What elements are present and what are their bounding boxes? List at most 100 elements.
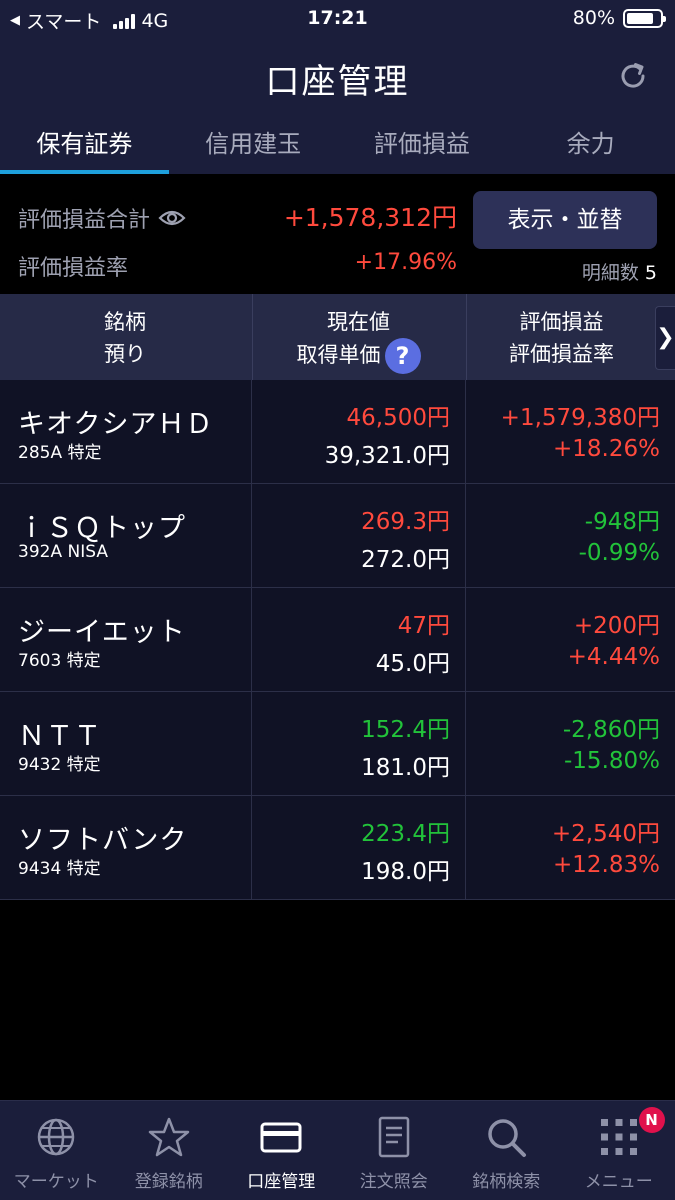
acquisition-cost: 272.0円 <box>361 547 450 573</box>
card-icon <box>260 1122 302 1153</box>
acquisition-cost: 45.0円 <box>375 651 450 677</box>
column-divider <box>251 484 252 587</box>
stock-code-account: 7603 特定 <box>18 651 101 671</box>
unrealized-pl-rate: +4.44% <box>567 644 660 670</box>
unrealized-pl-rate: -15.80% <box>564 748 660 774</box>
eye-icon[interactable] <box>158 208 186 228</box>
nav-watchlist[interactable]: 登録銘柄 <box>113 1101 226 1200</box>
holdings-list: キオクシアＨＤ 285A 特定 46,500円 39,321.0円 +1,579… <box>0 380 675 900</box>
current-price: 269.3円 <box>361 509 450 535</box>
header-col-pl[interactable]: 評価損益 評価損益率 <box>466 294 656 380</box>
table-header: 銘柄 預り 現在値 取得単価? 評価損益 評価損益率 <box>0 294 675 380</box>
tab-margin-positions[interactable]: 信用建玉 <box>169 116 338 174</box>
column-divider <box>465 588 466 691</box>
stock-code-account: 392A NISA <box>18 542 108 562</box>
stock-name: キオクシアＨＤ <box>18 409 214 440</box>
unrealized-pl: +1,579,380円 <box>500 405 660 431</box>
help-icon[interactable]: ? <box>384 338 421 374</box>
column-divider <box>251 796 252 899</box>
tab-buying-power[interactable]: 余力 <box>506 116 675 174</box>
column-divider <box>465 692 466 795</box>
summary-panel: 評価損益合計 +1,578,312円 評価損益率 +17.96% 表示・並替 明… <box>0 174 675 294</box>
table-row[interactable]: ＮＴＴ 9432 特定 152.4円 181.0円 -2,860円 -15.80… <box>0 692 675 796</box>
table-row[interactable]: ｉＳＱトップ 392A NISA 269.3円 272.0円 -948円 -0.… <box>0 484 675 588</box>
header-custody: 預り <box>104 342 146 366</box>
notification-badge: N <box>638 1107 665 1133</box>
pl-rate-value: +17.96% <box>354 250 457 275</box>
detail-count-label: 明細数 <box>581 262 639 284</box>
grid-menu-icon <box>600 1119 637 1155</box>
nav-account-label: 口座管理 <box>247 1172 316 1192</box>
pl-rate-label: 評価損益率 <box>18 256 129 281</box>
header-pl-rate: 評価損益率 <box>509 342 614 366</box>
battery-fill <box>627 12 653 24</box>
header-pl: 評価損益 <box>519 310 604 334</box>
stock-name: ジーイエット <box>18 617 186 648</box>
total-pl-label-group: 評価損益合計 <box>18 202 186 234</box>
header-col-stock[interactable]: 銘柄 預り <box>0 294 250 380</box>
status-bar: ◀ スマート 4G 17:21 80% <box>0 0 675 36</box>
column-divider <box>465 484 466 587</box>
app-header: 口座管理 <box>0 36 675 116</box>
unrealized-pl-rate: +18.26% <box>553 436 660 462</box>
nav-market[interactable]: マーケット <box>0 1101 113 1200</box>
column-divider <box>251 588 252 691</box>
bottom-nav: マーケット 登録銘柄 口座管理 注文照会 銘柄検索 N メニュー <box>0 1100 675 1200</box>
header-stock: 銘柄 <box>104 310 146 334</box>
stock-name: ソフトバンク <box>18 825 188 856</box>
total-pl-value: +1,578,312円 <box>283 203 457 232</box>
document-icon <box>378 1116 409 1158</box>
header-col-price[interactable]: 現在値 取得単価? <box>252 294 464 380</box>
stock-code-account: 285A 特定 <box>18 443 102 463</box>
table-row[interactable]: ソフトバンク 9434 特定 223.4円 198.0円 +2,540円 +12… <box>0 796 675 900</box>
stock-name: ＮＴＴ <box>18 721 102 752</box>
table-row[interactable]: キオクシアＨＤ 285A 特定 46,500円 39,321.0円 +1,579… <box>0 380 675 484</box>
nav-search-label: 銘柄検索 <box>472 1172 541 1192</box>
column-divider <box>251 380 252 483</box>
tab-profit-loss[interactable]: 評価損益 <box>338 116 507 174</box>
scroll-right-icon[interactable]: ❯ <box>655 306 675 370</box>
acquisition-cost: 198.0円 <box>361 859 450 885</box>
battery-icon <box>623 8 666 28</box>
detail-count-value: 5 <box>644 262 657 284</box>
column-divider <box>465 796 466 899</box>
nav-market-label: マーケット <box>13 1172 99 1192</box>
total-pl-label: 評価損益合計 <box>18 208 151 233</box>
stock-code-account: 9432 特定 <box>18 755 101 775</box>
status-right: 80% <box>572 7 666 29</box>
detail-count: 明細数 5 <box>582 258 657 285</box>
star-icon <box>148 1117 189 1157</box>
current-price: 223.4円 <box>361 821 450 847</box>
header-acquisition-cost: 取得単価 <box>296 343 381 367</box>
unrealized-pl: -948円 <box>584 509 660 535</box>
nav-menu[interactable]: N メニュー <box>563 1101 675 1200</box>
nav-search[interactable]: 銘柄検索 <box>450 1101 563 1200</box>
nav-account[interactable]: 口座管理 <box>225 1101 338 1200</box>
column-divider <box>251 692 252 795</box>
nav-orders-label: 注文照会 <box>359 1172 428 1192</box>
current-price: 152.4円 <box>361 717 450 743</box>
search-icon <box>488 1119 527 1157</box>
unrealized-pl: +2,540円 <box>551 821 660 847</box>
stock-code-account: 9434 特定 <box>18 859 101 879</box>
current-price: 46,500円 <box>346 405 450 431</box>
table-row[interactable]: ジーイエット 7603 特定 47円 45.0円 +200円 +4.44% <box>0 588 675 692</box>
unrealized-pl-rate: +12.83% <box>553 852 660 878</box>
unrealized-pl-rate: -0.99% <box>578 540 660 566</box>
nav-orders[interactable]: 注文照会 <box>338 1101 451 1200</box>
stock-name: ｉＳＱトップ <box>18 513 186 544</box>
battery-percent: 80% <box>572 7 615 29</box>
tab-holdings[interactable]: 保有証券 <box>0 116 169 174</box>
unrealized-pl: +200円 <box>573 613 660 639</box>
display-sort-button[interactable]: 表示・並替 <box>473 191 657 249</box>
current-price: 47円 <box>397 613 450 639</box>
unrealized-pl: -2,860円 <box>562 717 660 743</box>
globe-icon <box>38 1118 75 1156</box>
header-current-price: 現在値 <box>327 310 390 334</box>
tab-bar: 保有証券 信用建玉 評価損益 余力 <box>0 116 675 174</box>
acquisition-cost: 39,321.0円 <box>324 443 450 469</box>
acquisition-cost: 181.0円 <box>361 755 450 781</box>
nav-watchlist-label: 登録銘柄 <box>134 1172 203 1192</box>
refresh-icon[interactable] <box>617 60 649 92</box>
page-title: 口座管理 <box>265 62 410 102</box>
